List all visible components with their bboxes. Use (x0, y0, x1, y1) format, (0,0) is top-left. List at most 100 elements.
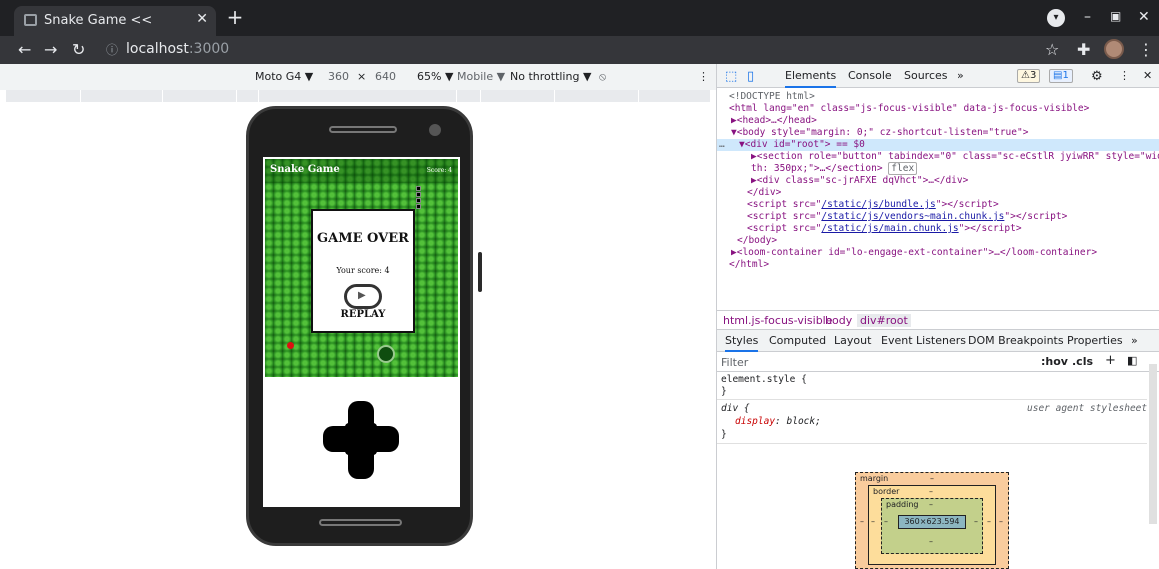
styles-scrollbar[interactable] (1149, 364, 1157, 524)
dom-root-div[interactable]: … ▼<div id="root"> == $0 (717, 139, 1159, 151)
dom-div-child[interactable]: ▶<div class="sc-jrAFXE dqVhct">…</div> (751, 175, 1159, 187)
css-property: display (735, 416, 776, 427)
minimize-button[interactable]: – (1084, 9, 1091, 25)
url-port: :3000 (188, 41, 230, 57)
url-host: localhost (126, 41, 189, 57)
ruler-segment (456, 90, 457, 102)
margin-right[interactable]: – (999, 517, 1003, 526)
element-style-rule[interactable]: element.style { (721, 374, 807, 385)
dom-loom[interactable]: ▶<loom-container id="lo-engage-ext-conta… (731, 247, 1159, 259)
dom-div-close[interactable]: </div> (747, 187, 1159, 199)
new-rule-button[interactable]: + (1105, 353, 1116, 368)
filter-input[interactable] (721, 354, 1031, 370)
settings-icon[interactable]: ⚙ (1091, 69, 1103, 84)
tab-dom-breakpoints[interactable]: DOM Breakpoints (968, 334, 1064, 347)
css-declaration[interactable]: display: block; (735, 416, 821, 427)
tab-console[interactable]: Console (848, 69, 892, 82)
zoom-select[interactable]: 65% ▼ (417, 70, 453, 83)
border-right[interactable]: – (987, 517, 991, 526)
script-link-2[interactable]: /static/js/vendors~main.chunk.js (821, 211, 1004, 222)
rotate-icon[interactable]: ⦸ (599, 70, 606, 84)
inspect-icon[interactable]: ⬚ (725, 69, 737, 84)
mode-select[interactable]: Mobile ▼ (457, 70, 505, 83)
margin-left[interactable]: – (860, 517, 864, 526)
reload-icon[interactable]: ↻ (72, 40, 85, 59)
devtools-panel: ⬚ ▯ Elements Console Sources » ⚠3 ▤1 ⚙ ⋮… (716, 64, 1159, 569)
tab-properties[interactable]: Properties (1067, 334, 1123, 347)
content-box[interactable]: 360×623.594 (898, 515, 966, 529)
flex-badge[interactable]: flex (888, 162, 918, 175)
dom-head[interactable]: ▶<head>…</head> (731, 115, 1159, 127)
dom-body-close[interactable]: </body> (737, 235, 1159, 247)
script-link-1[interactable]: /static/js/bundle.js (821, 199, 935, 210)
close-window-button[interactable]: ✕ (1138, 9, 1150, 25)
device-toggle-icon[interactable]: ▯ (747, 69, 754, 84)
border-left[interactable]: – (871, 517, 875, 526)
restore-button[interactable]: ▣ (1110, 9, 1121, 23)
padding-top[interactable]: – (929, 500, 933, 509)
site-info-icon[interactable]: ⓘ (106, 41, 118, 58)
phone-frame: Snake Game Score: 4 GAME OVER Your score… (246, 106, 473, 546)
ua-stylesheet-label: user agent stylesheet (1027, 403, 1148, 414)
joystick-ring[interactable] (377, 345, 395, 363)
margin-top[interactable]: – (930, 474, 934, 483)
crumb-body[interactable]: body (825, 314, 852, 327)
dimension-separator: × (357, 70, 367, 83)
dom-section[interactable]: ▶<section role="button" tabindex="0" cla… (751, 151, 1159, 163)
replay-button[interactable]: ▶ (344, 284, 382, 309)
padding-bottom[interactable]: – (929, 537, 933, 546)
throttle-select[interactable]: No throttling ▼ (510, 70, 591, 83)
dom-body[interactable]: ▼<body style="margin: 0;" cz-shortcut-li… (731, 127, 1159, 139)
crumb-root[interactable]: div#root (857, 314, 911, 327)
tab-elements[interactable]: Elements (785, 69, 837, 88)
replay-label[interactable]: REPLAY (313, 309, 413, 320)
new-tab-button[interactable]: + (224, 6, 246, 28)
back-icon[interactable]: ← (18, 40, 31, 59)
address-bar[interactable]: ⓘ localhost:3000 (98, 39, 518, 61)
dom-html[interactable]: <html lang="en" class="js-focus-visible"… (729, 103, 1159, 115)
profile-avatar[interactable] (1104, 39, 1124, 59)
messages-badge[interactable]: ▤1 (1049, 69, 1073, 83)
padding-left[interactable]: – (884, 517, 888, 526)
close-devtools-icon[interactable]: ✕ (1143, 69, 1152, 82)
dom-script-3[interactable]: <script src="/static/js/main.chunk.js"><… (747, 223, 1159, 235)
tab-event-listeners[interactable]: Event Listeners (881, 334, 966, 347)
dom-doctype[interactable]: <!DOCTYPE html> (729, 91, 1159, 103)
tab-styles[interactable]: Styles (725, 334, 759, 352)
dom-script-1[interactable]: <script src="/static/js/bundle.js"></scr… (747, 199, 1159, 211)
extensions-icon[interactable]: ✚ (1077, 40, 1090, 59)
computed-sidebar-icon[interactable]: ◧ (1127, 354, 1137, 367)
menu-icon[interactable]: ⋮ (1138, 40, 1154, 59)
game-board[interactable]: Snake Game Score: 4 GAME OVER Your score… (265, 159, 458, 377)
bookmark-star-icon[interactable]: ☆ (1045, 40, 1059, 59)
hov-toggle[interactable]: :hov (1041, 355, 1068, 368)
width-input[interactable]: 360 (328, 70, 349, 83)
devtools-menu-icon[interactable]: ⋮ (1119, 69, 1130, 82)
tabs-overflow[interactable]: » (957, 69, 964, 82)
dom-html-close[interactable]: </html> (729, 259, 1159, 271)
cls-toggle[interactable]: .cls (1072, 355, 1093, 368)
rule-close: } (721, 386, 727, 397)
close-tab-icon[interactable]: ✕ (196, 11, 208, 27)
border-top[interactable]: – (929, 487, 933, 496)
script-link-3[interactable]: /static/js/main.chunk.js (821, 223, 958, 234)
border-box: border – – – padding – – – – 360×623.594 (868, 485, 996, 565)
forward-icon[interactable]: → (44, 40, 57, 59)
tab-sources[interactable]: Sources (904, 69, 948, 82)
more-options-icon[interactable]: ⋮ (698, 70, 709, 83)
dom-section-cont: th: 350px;">…</section> flex (751, 162, 1159, 175)
snake-segment (416, 192, 421, 197)
warnings-badge[interactable]: ⚠3 (1017, 69, 1041, 83)
game-over-title: GAME OVER (317, 231, 409, 246)
div-rule[interactable]: div { (721, 403, 750, 414)
device-select[interactable]: Moto G4 ▼ (255, 70, 313, 83)
crumb-html[interactable]: html.js-focus-visible (723, 314, 833, 327)
tab-layout[interactable]: Layout (834, 334, 871, 347)
dom-script-2[interactable]: <script src="/static/js/vendors~main.chu… (747, 211, 1159, 223)
browser-tab[interactable]: Snake Game << ✕ (14, 6, 216, 36)
tab-computed[interactable]: Computed (769, 334, 826, 347)
height-input[interactable]: 640 (375, 70, 396, 83)
tab-search-icon[interactable]: ▾ (1047, 9, 1065, 27)
subtabs-overflow[interactable]: » (1131, 334, 1138, 347)
padding-right[interactable]: – (974, 517, 978, 526)
